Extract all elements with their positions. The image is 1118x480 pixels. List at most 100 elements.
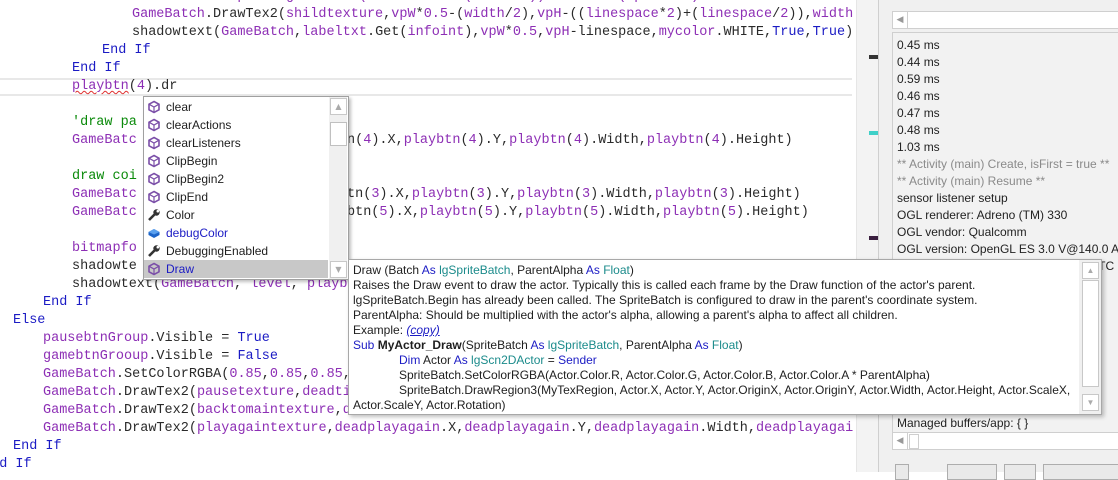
autocomplete-item[interactable]: Color bbox=[144, 206, 328, 224]
scroll-down-icon[interactable]: ▼ bbox=[1082, 394, 1099, 411]
code-token: playbtn bbox=[646, 133, 704, 148]
tooltip-token: As bbox=[530, 338, 545, 352]
code-line: GameBatc bbox=[72, 186, 137, 204]
log-line: OGL vendor: Qualcomm bbox=[897, 225, 1027, 239]
code-token: .Y, bbox=[569, 421, 594, 436]
code-token: GameBatch bbox=[43, 385, 116, 400]
scrollbar-thumb[interactable] bbox=[1082, 280, 1099, 387]
tooltip-token: = bbox=[544, 353, 559, 367]
autocomplete-item-label: ClipBegin2 bbox=[166, 172, 225, 186]
scroll-up-icon[interactable]: ▲ bbox=[330, 98, 347, 115]
code-token: deadti bbox=[302, 385, 351, 400]
code-token: End If bbox=[43, 295, 92, 310]
code-token: True bbox=[772, 25, 805, 40]
code-token: ), bbox=[464, 25, 481, 40]
code-token: .WHITE, bbox=[715, 25, 773, 40]
tooltip-token: Raises the Draw event to draw the actor.… bbox=[353, 278, 976, 292]
scroll-left-icon[interactable]: ◀ bbox=[893, 433, 908, 449]
autocomplete-item[interactable]: DebuggingEnabled bbox=[144, 242, 328, 260]
code-token: ).X, bbox=[371, 133, 404, 148]
code-line: GameBatch.DrawTex2(pausetexture,deadti bbox=[43, 384, 351, 402]
code-line-continuation: n(4).X,playbtn(4).Y,playbtn(4).Width,pla… bbox=[347, 132, 793, 150]
tooltip-token: , ParentAlpha bbox=[510, 263, 586, 277]
tooltip-line: Draw (Batch As lgSpriteBatch, ParentAlph… bbox=[353, 263, 634, 278]
log-horizontal-scrollbar[interactable]: ◀ bbox=[892, 432, 1118, 450]
field-icon bbox=[147, 226, 161, 240]
code-line: gamebtnGrooup.Visible = False bbox=[43, 348, 278, 366]
code-line: End If bbox=[0, 456, 32, 472]
code-line: GameBatch.DrawTex2(backtomaintexture,d bbox=[43, 402, 351, 420]
tooltip-line: Example: (copy) bbox=[353, 323, 440, 338]
code-token: , bbox=[294, 25, 303, 40]
code-token: ).Y, bbox=[476, 133, 510, 148]
checkbox[interactable] bbox=[895, 464, 909, 480]
code-token: GameBatch bbox=[43, 367, 116, 382]
log-line: sensor listener setup bbox=[897, 191, 1008, 205]
code-token: * bbox=[504, 25, 513, 40]
scroll-up-icon[interactable]: ▲ bbox=[1082, 262, 1099, 279]
autocomplete-item[interactable]: clearActions bbox=[144, 116, 328, 134]
copy-link[interactable]: (copy) bbox=[406, 323, 439, 337]
tooltip-line: lgSpriteBatch.Begin has already been cal… bbox=[353, 293, 977, 308]
code-token: playagaintexture bbox=[196, 421, 327, 436]
log-line: 0.59 ms bbox=[897, 72, 940, 86]
code-line: pausebtnGroup.Visible = True bbox=[43, 330, 270, 348]
autocomplete-item-label: DebuggingEnabled bbox=[166, 244, 269, 258]
autocomplete-item[interactable]: ClipEnd bbox=[144, 188, 328, 206]
tooltip-line: SpriteBatch.DrawRegion3(MyTexRegion, Act… bbox=[399, 383, 1070, 398]
tooltip-token: ParentAlpha: Should be multiplied with t… bbox=[353, 308, 898, 322]
code-line: playbtn(4).dr bbox=[72, 78, 177, 96]
property-icon bbox=[147, 208, 161, 222]
top-horizontal-scrollbar[interactable]: ◀ bbox=[892, 11, 1118, 29]
tooltip-token: Dim bbox=[399, 353, 421, 367]
code-line: GameBatc bbox=[72, 204, 137, 222]
log-line: 0.48 ms bbox=[897, 123, 940, 137]
code-token: backtomaintexture bbox=[196, 403, 335, 418]
autocomplete-item[interactable]: ClipBegin2 bbox=[144, 170, 328, 188]
autocomplete-item[interactable]: debugColor bbox=[144, 224, 328, 242]
code-token: gamebtnGrooup bbox=[43, 349, 149, 364]
log-line: OGL renderer: Adreno (TM) 330 bbox=[897, 208, 1068, 222]
code-token: GameBatch bbox=[221, 25, 295, 40]
code-token: 0.85 bbox=[229, 367, 262, 382]
code-line: 'draw pa bbox=[72, 114, 137, 132]
code-token: playbtn bbox=[509, 133, 566, 148]
code-token: 'draw pa bbox=[72, 115, 137, 130]
code-token: ( bbox=[711, 187, 720, 202]
autocomplete-item[interactable]: clearListeners bbox=[144, 134, 328, 152]
scroll-marker bbox=[869, 55, 878, 59]
panel-button[interactable] bbox=[1043, 464, 1118, 480]
code-token: .DrawTex2( bbox=[115, 421, 197, 436]
code-token: width bbox=[464, 7, 505, 22]
code-token: .Visible = bbox=[148, 349, 238, 364]
panel-button[interactable] bbox=[947, 464, 997, 480]
autocomplete-item[interactable]: Draw bbox=[144, 260, 328, 278]
code-token: .Get( bbox=[366, 25, 408, 40]
code-token: playbtn bbox=[654, 187, 712, 202]
code-token: True bbox=[237, 331, 270, 346]
code-token: ( bbox=[565, 133, 574, 148]
tooltip-token: Float bbox=[711, 338, 739, 352]
panel-button[interactable] bbox=[1004, 464, 1036, 480]
code-token: shadowtext( bbox=[132, 25, 222, 40]
code-token: 0.5 bbox=[512, 25, 538, 40]
autocomplete-list[interactable]: clear clearActions clearListeners ClipBegin… bbox=[143, 96, 349, 280]
code-token: , bbox=[650, 25, 659, 40]
code-token: tn( bbox=[347, 187, 372, 202]
scrollbar-thumb[interactable] bbox=[330, 122, 347, 146]
code-token: 5 bbox=[590, 205, 599, 220]
scroll-left-icon[interactable]: ◀ bbox=[893, 12, 908, 28]
code-token: linespace bbox=[585, 7, 659, 22]
code-token: ).Height) bbox=[735, 205, 809, 220]
autocomplete-item[interactable]: clear bbox=[144, 98, 328, 116]
code-token: ( bbox=[719, 205, 728, 220]
tooltip-token: Sender bbox=[558, 353, 597, 367]
code-token: ).dr bbox=[144, 79, 178, 94]
scroll-down-icon[interactable]: ▼ bbox=[330, 261, 347, 278]
code-token: ).Width, bbox=[598, 205, 664, 220]
autocomplete-item[interactable]: ClipBegin bbox=[144, 152, 328, 170]
scrollbar-thumb[interactable] bbox=[909, 434, 919, 449]
code-token: GameBatc bbox=[72, 187, 137, 202]
autocomplete-scrollbar[interactable]: ▲ ▼ bbox=[329, 97, 347, 279]
tooltip-scrollbar[interactable]: ▲ ▼ bbox=[1079, 260, 1101, 414]
